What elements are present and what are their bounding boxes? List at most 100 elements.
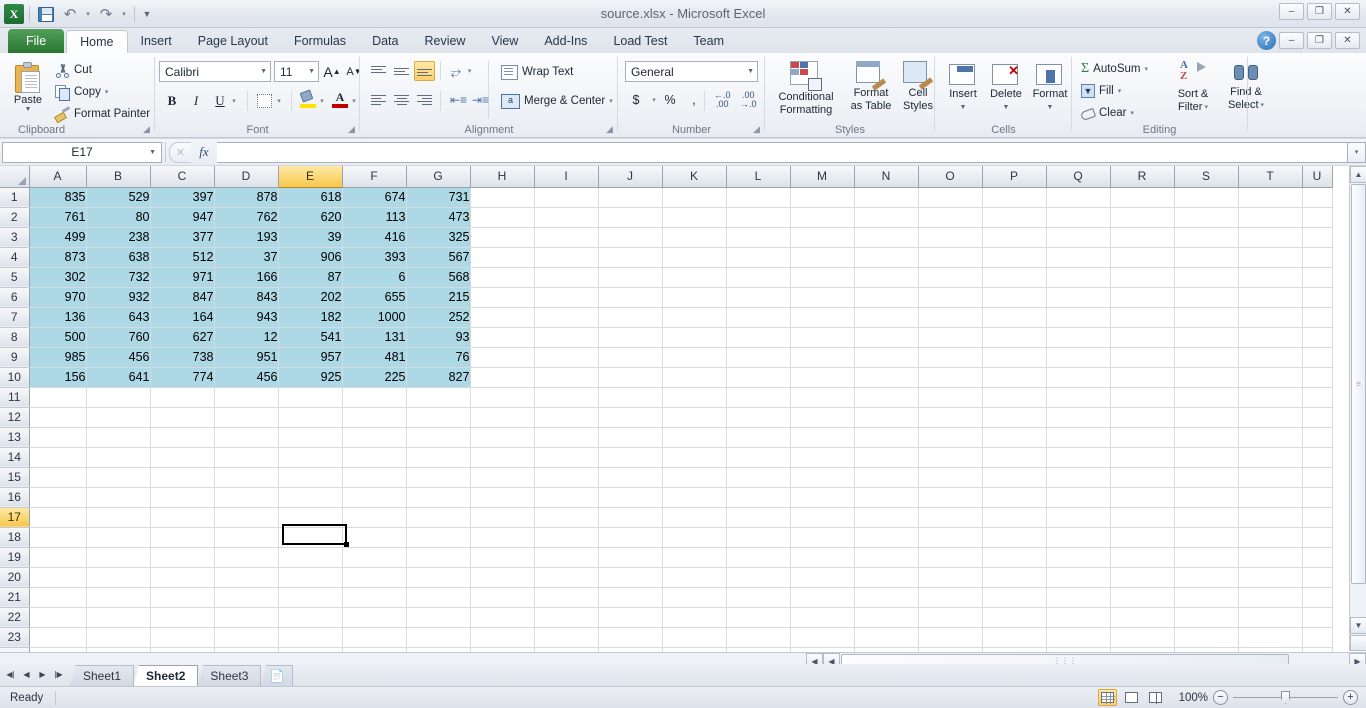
- fill-color-button[interactable]: [297, 89, 319, 110]
- cell-empty-M6[interactable]: [790, 287, 855, 308]
- cell-empty-K11[interactable]: [662, 387, 727, 408]
- cell-empty-C11[interactable]: [150, 387, 215, 408]
- cell-empty-K23[interactable]: [662, 627, 727, 648]
- cell-D5[interactable]: 166: [214, 267, 279, 288]
- cell-empty-U9[interactable]: [1302, 347, 1333, 368]
- cell-empty-L12[interactable]: [726, 407, 791, 428]
- cell-empty-K21[interactable]: [662, 587, 727, 608]
- cell-empty-H7[interactable]: [470, 307, 535, 328]
- italic-button[interactable]: I: [185, 90, 207, 111]
- cell-empty-L14[interactable]: [726, 447, 791, 468]
- autosum-button[interactable]: Σ AutoSum ▾: [1078, 59, 1151, 79]
- cell-empty-J13[interactable]: [598, 427, 663, 448]
- cell-empty-L22[interactable]: [726, 607, 791, 628]
- wrap-text-button[interactable]: Wrap Text: [498, 62, 576, 82]
- tab-insert[interactable]: Insert: [128, 30, 185, 53]
- cell-empty-E22[interactable]: [278, 607, 343, 628]
- cell-F1[interactable]: 674: [342, 187, 407, 208]
- cell-empty-J5[interactable]: [598, 267, 663, 288]
- cell-empty-S11[interactable]: [1174, 387, 1239, 408]
- cell-empty-O13[interactable]: [918, 427, 983, 448]
- cell-empty-H12[interactable]: [470, 407, 535, 428]
- cell-empty-S20[interactable]: [1174, 567, 1239, 588]
- cell-empty-G19[interactable]: [406, 547, 471, 568]
- cell-empty-O21[interactable]: [918, 587, 983, 608]
- cell-E4[interactable]: 906: [278, 247, 343, 268]
- cell-D3[interactable]: 193: [214, 227, 279, 248]
- cell-D8[interactable]: 12: [214, 327, 279, 348]
- page-break-preview-button[interactable]: [1146, 689, 1165, 706]
- cell-A1[interactable]: 835: [29, 187, 87, 208]
- format-painter-button[interactable]: Format Painter: [52, 104, 153, 124]
- cell-empty-A20[interactable]: [29, 567, 87, 588]
- cell-empty-L20[interactable]: [726, 567, 791, 588]
- cell-empty-D14[interactable]: [214, 447, 279, 468]
- cell-empty-U10[interactable]: [1302, 367, 1333, 388]
- cell-empty-P13[interactable]: [982, 427, 1047, 448]
- cell-empty-S18[interactable]: [1174, 527, 1239, 548]
- cell-empty-N2[interactable]: [854, 207, 919, 228]
- page-layout-view-button[interactable]: [1122, 689, 1141, 706]
- cell-empty-P6[interactable]: [982, 287, 1047, 308]
- cell-empty-J4[interactable]: [598, 247, 663, 268]
- cell-empty-D12[interactable]: [214, 407, 279, 428]
- workbook-restore-button[interactable]: ❐: [1307, 32, 1332, 49]
- minimize-button[interactable]: –: [1279, 3, 1304, 20]
- cell-empty-N5[interactable]: [854, 267, 919, 288]
- cell-empty-K13[interactable]: [662, 427, 727, 448]
- cell-empty-O3[interactable]: [918, 227, 983, 248]
- row-header-8[interactable]: 8: [0, 327, 30, 348]
- cell-empty-L9[interactable]: [726, 347, 791, 368]
- cell-empty-S4[interactable]: [1174, 247, 1239, 268]
- cell-empty-R8[interactable]: [1110, 327, 1175, 348]
- cell-empty-T21[interactable]: [1238, 587, 1303, 608]
- cell-empty-N9[interactable]: [854, 347, 919, 368]
- cell-empty-H13[interactable]: [470, 427, 535, 448]
- cell-empty-N19[interactable]: [854, 547, 919, 568]
- cell-empty-F15[interactable]: [342, 467, 407, 488]
- cell-E5[interactable]: 87: [278, 267, 343, 288]
- cell-empty-M7[interactable]: [790, 307, 855, 328]
- column-header-e[interactable]: E: [278, 166, 343, 188]
- row-header-13[interactable]: 13: [0, 427, 30, 448]
- cell-empty-E19[interactable]: [278, 547, 343, 568]
- cell-empty-H19[interactable]: [470, 547, 535, 568]
- close-button[interactable]: ✕: [1335, 3, 1360, 20]
- cell-empty-M12[interactable]: [790, 407, 855, 428]
- increase-indent-button[interactable]: ⇥≡: [470, 90, 491, 110]
- cell-empty-Q20[interactable]: [1046, 567, 1111, 588]
- cell-empty-K16[interactable]: [662, 487, 727, 508]
- cell-empty-G15[interactable]: [406, 467, 471, 488]
- cell-empty-P12[interactable]: [982, 407, 1047, 428]
- cell-empty-F14[interactable]: [342, 447, 407, 468]
- cell-empty-U21[interactable]: [1302, 587, 1333, 608]
- cell-A8[interactable]: 500: [29, 327, 87, 348]
- cell-empty-B17[interactable]: [86, 507, 151, 528]
- column-header-l[interactable]: L: [726, 166, 791, 188]
- cell-empty-R19[interactable]: [1110, 547, 1175, 568]
- cell-empty-I18[interactable]: [534, 527, 599, 548]
- cell-empty-N3[interactable]: [854, 227, 919, 248]
- zoom-out-button[interactable]: −: [1213, 690, 1228, 705]
- cell-empty-H21[interactable]: [470, 587, 535, 608]
- cell-empty-N23[interactable]: [854, 627, 919, 648]
- cell-empty-U6[interactable]: [1302, 287, 1333, 308]
- cell-empty-U14[interactable]: [1302, 447, 1333, 468]
- cell-empty-Q2[interactable]: [1046, 207, 1111, 228]
- cell-C9[interactable]: 738: [150, 347, 215, 368]
- cell-empty-L23[interactable]: [726, 627, 791, 648]
- cell-empty-Q8[interactable]: [1046, 327, 1111, 348]
- cell-E9[interactable]: 957: [278, 347, 343, 368]
- cell-empty-K5[interactable]: [662, 267, 727, 288]
- cell-C5[interactable]: 971: [150, 267, 215, 288]
- cell-empty-J15[interactable]: [598, 467, 663, 488]
- tab-review[interactable]: Review: [411, 30, 478, 53]
- chevron-down-icon[interactable]: ▼: [741, 68, 754, 75]
- cell-empty-N16[interactable]: [854, 487, 919, 508]
- cell-empty-T4[interactable]: [1238, 247, 1303, 268]
- cell-empty-Q6[interactable]: [1046, 287, 1111, 308]
- cell-empty-E16[interactable]: [278, 487, 343, 508]
- cell-empty-S1[interactable]: [1174, 187, 1239, 208]
- cell-empty-P21[interactable]: [982, 587, 1047, 608]
- row-header-18[interactable]: 18: [0, 527, 30, 548]
